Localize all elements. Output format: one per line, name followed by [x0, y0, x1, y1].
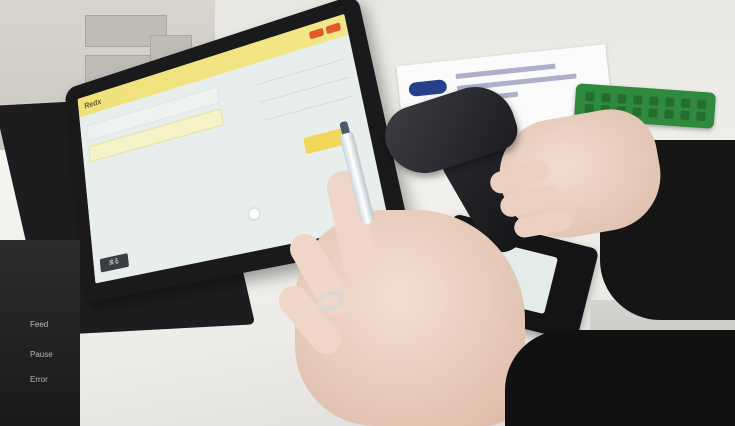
touch-point: [248, 207, 260, 221]
title-bar-button[interactable]: [308, 27, 325, 40]
title-bar-buttons: [308, 22, 342, 40]
receipt-printer: Feed Pause Error: [0, 240, 80, 426]
sign-logo: [408, 79, 448, 97]
printer-label: Pause: [30, 350, 53, 359]
printer-label: Feed: [30, 320, 49, 329]
left-hand: [272, 167, 525, 426]
left-sleeve: [505, 330, 735, 426]
app-title: Redx: [84, 96, 102, 111]
photo-scene: Redx 戻る Feed Pause Error: [0, 0, 735, 426]
printer-label: Error: [30, 375, 48, 384]
back-button[interactable]: 戻る: [99, 253, 130, 273]
summary-panel: [255, 48, 355, 129]
title-bar-button[interactable]: [325, 22, 342, 35]
